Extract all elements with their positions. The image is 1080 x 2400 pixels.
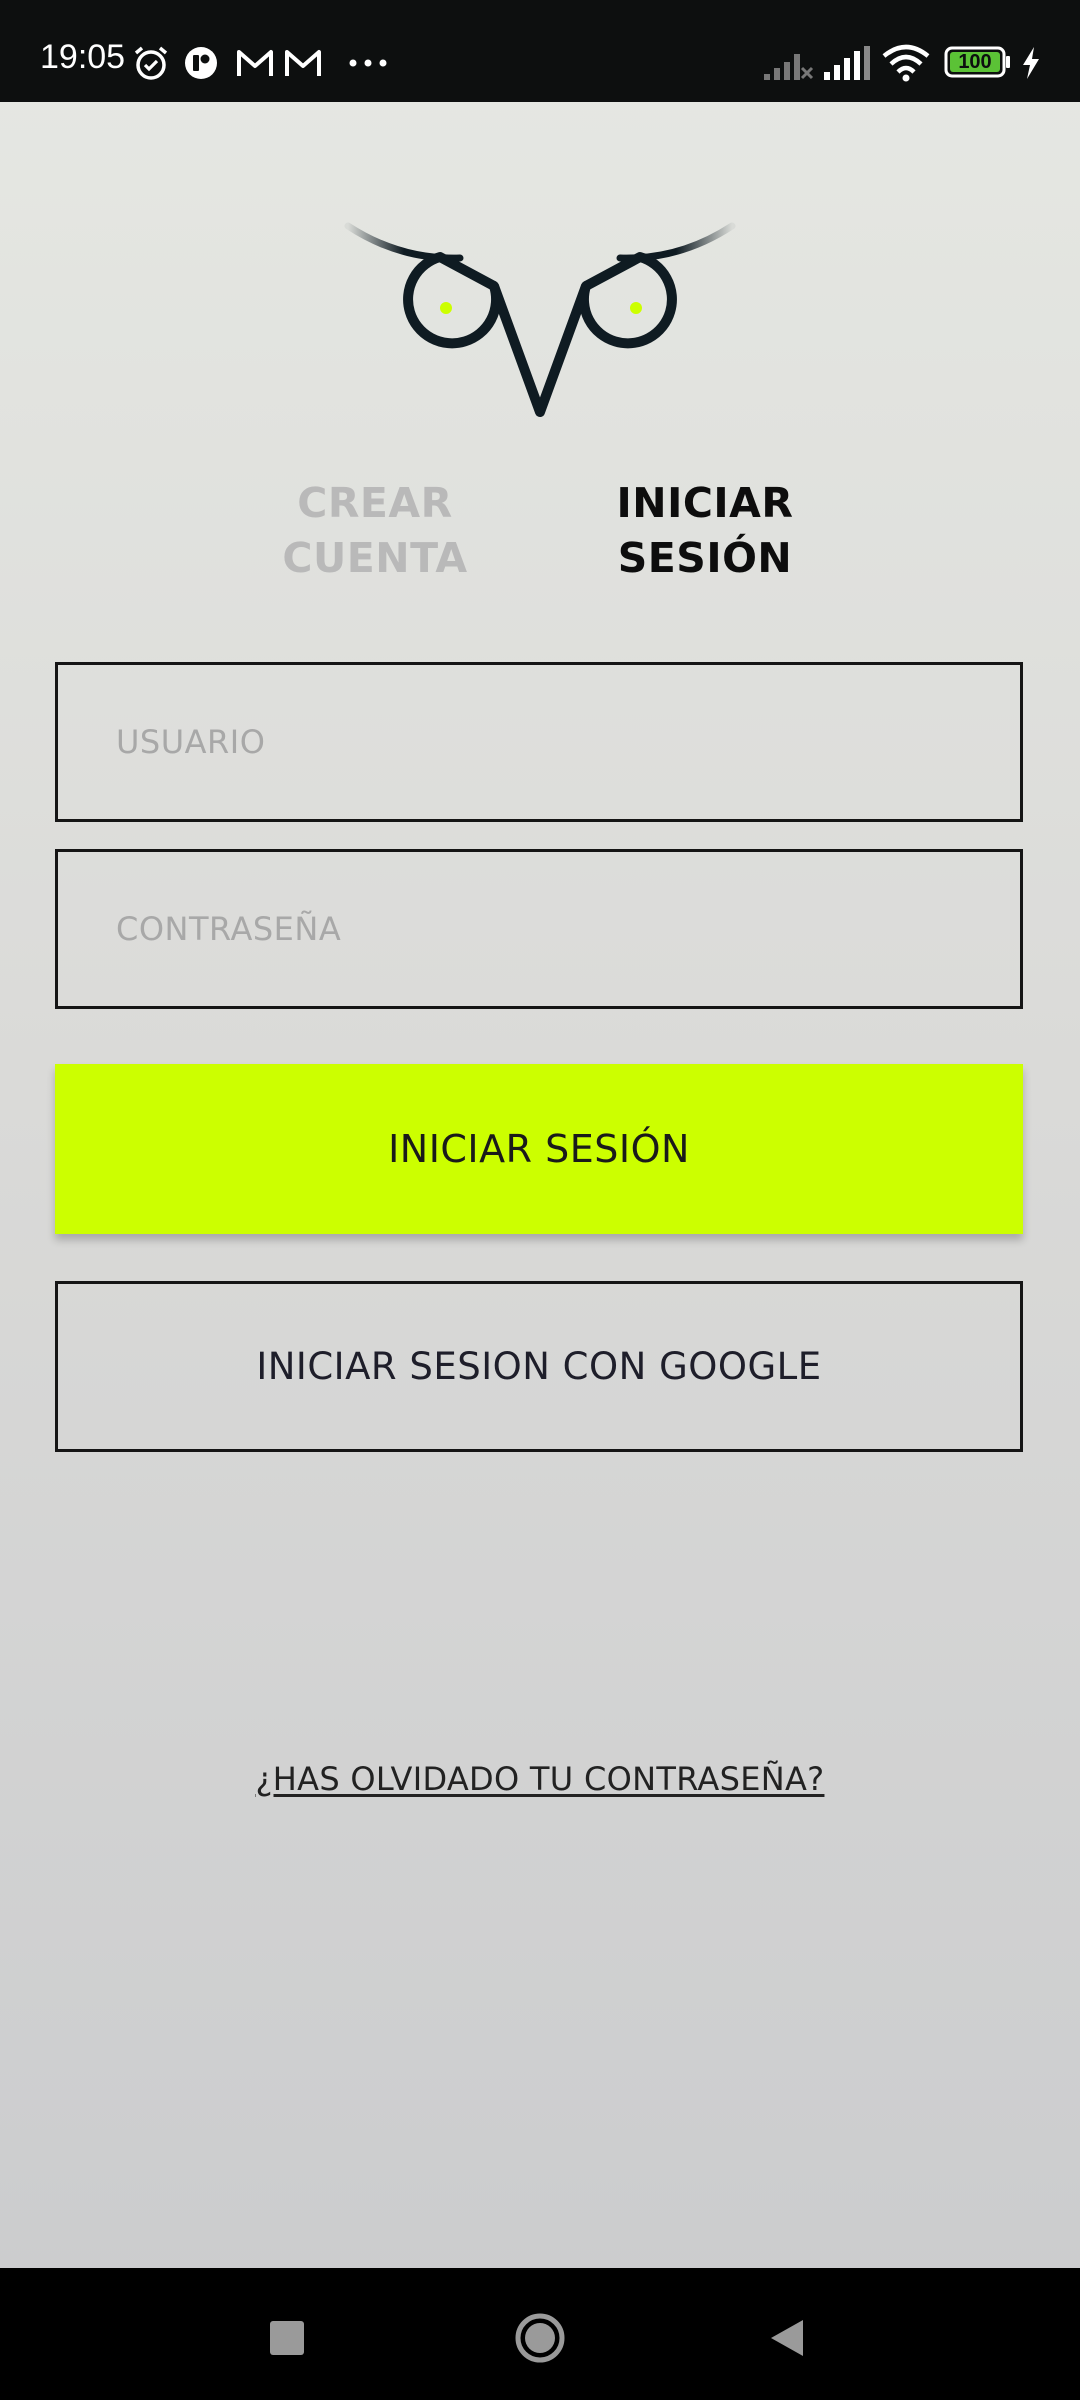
more-dots-icon xyxy=(349,59,387,67)
password-input[interactable] xyxy=(58,852,1020,1006)
wifi-icon xyxy=(882,44,930,82)
app-notification-icon xyxy=(185,47,217,79)
alarm-icon xyxy=(134,46,168,80)
status-bar: 19:05 100 xyxy=(0,0,1080,102)
back-button[interactable] xyxy=(747,2298,827,2378)
username-field-container xyxy=(55,662,1023,822)
navigation-bar xyxy=(0,2268,1080,2400)
battery-level: 100 xyxy=(958,51,992,73)
password-field-container xyxy=(55,849,1023,1009)
signal-icon xyxy=(824,46,870,80)
google-login-button[interactable]: INICIAR SESION CON GOOGLE xyxy=(55,1281,1023,1452)
back-triangle-icon xyxy=(771,2320,803,2356)
battery-icon: 100 xyxy=(944,46,1012,78)
username-input[interactable] xyxy=(58,665,1020,819)
home-button[interactable] xyxy=(500,2298,580,2378)
forgot-password-link[interactable]: ¿HAS OLVIDADO TU CONTRASEÑA? xyxy=(0,1760,1080,1798)
gmail-icon xyxy=(285,50,321,76)
owl-logo xyxy=(344,222,736,417)
google-login-button-label: INICIAR SESION CON GOOGLE xyxy=(256,1345,822,1388)
charging-icon xyxy=(1023,47,1039,79)
login-button-label: INICIAR SESIÓN xyxy=(388,1127,690,1171)
gmail-icon xyxy=(237,50,273,76)
login-button[interactable]: INICIAR SESIÓN xyxy=(55,1064,1023,1234)
recents-square-icon xyxy=(270,2321,304,2355)
tab-login[interactable]: INICIAR SESIÓN xyxy=(595,476,815,586)
tab-create-account[interactable]: CREAR CUENTA xyxy=(265,476,485,586)
home-circle-icon xyxy=(515,2313,565,2363)
status-time: 19:05 xyxy=(40,38,126,76)
signal-no-service-icon xyxy=(764,54,814,80)
recents-button[interactable] xyxy=(247,2298,327,2378)
